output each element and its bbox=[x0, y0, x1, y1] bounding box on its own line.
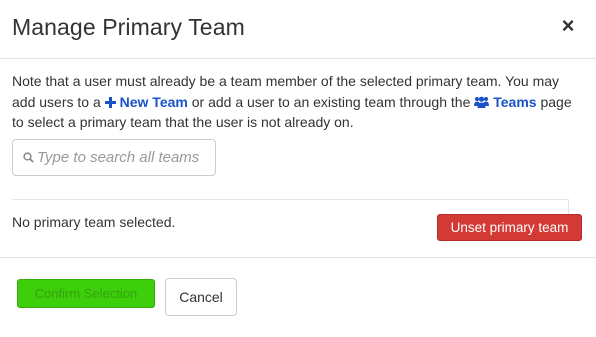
team-search-input[interactable] bbox=[37, 141, 213, 174]
search-icon bbox=[23, 152, 34, 163]
new-team-link-label: New Team bbox=[119, 93, 188, 110]
modal-header: Manage Primary Team × bbox=[0, 0, 596, 59]
team-results-list bbox=[12, 199, 569, 214]
close-icon[interactable]: × bbox=[558, 14, 578, 38]
cancel-button[interactable]: Cancel bbox=[165, 278, 237, 316]
modal-footer: Confirm Selection Cancel bbox=[0, 257, 596, 337]
teams-link[interactable]: Teams bbox=[474, 93, 537, 110]
new-team-link[interactable]: New Team bbox=[104, 93, 188, 110]
confirm-selection-button[interactable]: Confirm Selection bbox=[17, 279, 155, 308]
manage-primary-team-modal: Manage Primary Team × Note that a user m… bbox=[0, 0, 596, 336]
primary-team-status: No primary team selected. bbox=[12, 214, 176, 230]
plus-icon bbox=[104, 96, 116, 108]
instructions-text: Note that a user must already be a team … bbox=[12, 71, 586, 133]
modal-title: Manage Primary Team bbox=[12, 14, 245, 40]
users-icon bbox=[474, 96, 490, 108]
note-text-part2: or add a user to an existing team throug… bbox=[187, 93, 475, 110]
unset-primary-team-button[interactable]: Unset primary team bbox=[437, 214, 582, 241]
teams-link-label: Teams bbox=[493, 93, 537, 110]
team-search-box bbox=[12, 139, 216, 176]
